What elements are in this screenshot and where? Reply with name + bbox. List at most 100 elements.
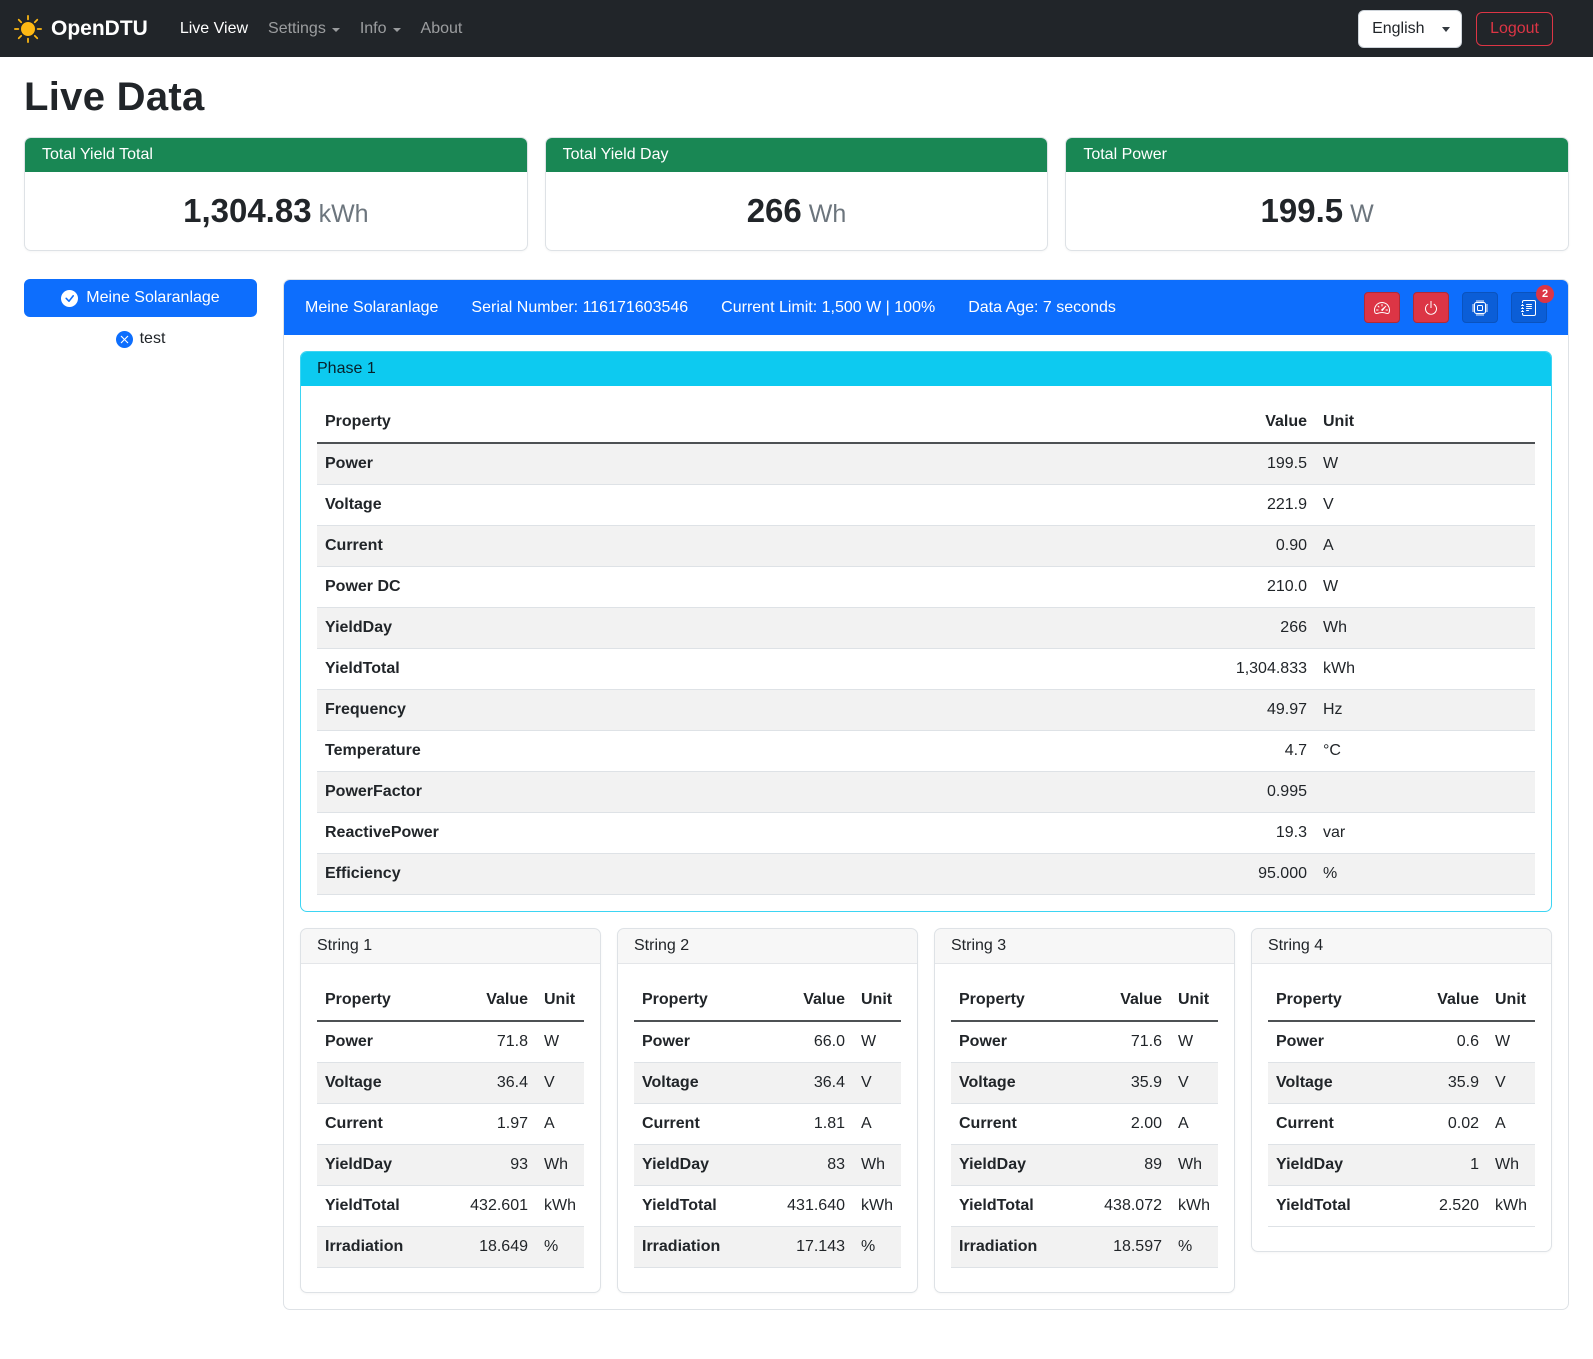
nav-live-view[interactable]: Live View: [170, 12, 258, 46]
language-select[interactable]: English: [1358, 10, 1462, 48]
table-row: Voltage 221.9 V: [317, 485, 1535, 526]
sidebar-item-test[interactable]: test: [24, 330, 257, 348]
table-row: YieldDay 1 Wh: [1268, 1145, 1535, 1186]
value-cell: 431.640: [767, 1186, 853, 1227]
table-row: Temperature 4.7 °C: [317, 731, 1535, 772]
table-row: Current 0.02 A: [1268, 1104, 1535, 1145]
power-button[interactable]: [1413, 292, 1449, 323]
property-cell: Power DC: [317, 567, 914, 608]
column-header-value: Value: [450, 980, 536, 1021]
table-row: YieldDay 83 Wh: [634, 1145, 901, 1186]
column-header-property: Property: [317, 980, 450, 1021]
table-row: Power DC 210.0 W: [317, 567, 1535, 608]
sun-icon: [14, 15, 42, 43]
unit-cell: W: [1315, 443, 1535, 485]
column-header-property: Property: [634, 980, 767, 1021]
navbar: OpenDTU Live View Settings Info About En…: [0, 0, 1593, 57]
table-header-row: Property Value Unit: [1268, 980, 1535, 1021]
property-cell: Current: [634, 1104, 767, 1145]
table-row: Voltage 35.9 V: [1268, 1063, 1535, 1104]
property-cell: Power: [951, 1021, 1084, 1063]
summary-card-title: Total Yield Total: [25, 138, 527, 172]
table-row: Power 0.6 W: [1268, 1021, 1535, 1063]
nav-settings-label: Settings: [268, 20, 326, 38]
unit-cell: A: [853, 1104, 901, 1145]
value-cell: 210.0: [914, 567, 1315, 608]
summary-card-title: Total Yield Day: [546, 138, 1048, 172]
property-cell: Power: [1268, 1021, 1401, 1063]
value-cell: 19.3: [914, 813, 1315, 854]
property-cell: ReactivePower: [317, 813, 914, 854]
value-cell: 18.597: [1084, 1227, 1170, 1268]
table-header-row: Property Value Unit: [317, 980, 584, 1021]
brand[interactable]: OpenDTU: [14, 15, 148, 43]
phase-card: Phase 1 Property Value Unit: [300, 351, 1552, 912]
value-cell: 18.649: [450, 1227, 536, 1268]
value-cell: 71.8: [450, 1021, 536, 1063]
column-header-property: Property: [1268, 980, 1401, 1021]
value-cell: 95.000: [914, 854, 1315, 895]
unit-cell: W: [1487, 1021, 1535, 1063]
property-cell: PowerFactor: [317, 772, 914, 813]
column-header-value: Value: [1084, 980, 1170, 1021]
unit-cell: W: [536, 1021, 584, 1063]
property-cell: YieldTotal: [1268, 1186, 1401, 1227]
unit-cell: kWh: [853, 1186, 901, 1227]
value-cell: 1: [1401, 1145, 1487, 1186]
inverter-panel: Meine Solaranlage Serial Number: 1161716…: [283, 279, 1569, 1310]
summary-card-title: Total Power: [1066, 138, 1568, 172]
nav-info[interactable]: Info: [350, 12, 411, 46]
string-card-3: String 3 Property Value Unit: [934, 928, 1235, 1293]
column-header-value: Value: [1401, 980, 1487, 1021]
sidebar-item-label: Meine Solaranlage: [86, 289, 219, 307]
unit-cell: V: [853, 1063, 901, 1104]
value-cell: 0.995: [914, 772, 1315, 813]
column-header-unit: Unit: [1170, 980, 1218, 1021]
value-cell: 1.81: [767, 1104, 853, 1145]
value-cell: 199.5: [914, 443, 1315, 485]
sidebar-item-meine-solaranlage[interactable]: Meine Solaranlage: [24, 279, 257, 317]
property-cell: YieldDay: [951, 1145, 1084, 1186]
property-cell: Frequency: [317, 690, 914, 731]
property-cell: YieldTotal: [317, 1186, 450, 1227]
property-cell: YieldDay: [1268, 1145, 1401, 1186]
column-header-property: Property: [951, 980, 1084, 1021]
inverter-data-age: Data Age: 7 seconds: [968, 299, 1116, 317]
table-row: Irradiation 18.649 %: [317, 1227, 584, 1268]
property-cell: YieldTotal: [317, 649, 914, 690]
summary-card-unit: Wh: [809, 200, 847, 228]
property-cell: Voltage: [317, 485, 914, 526]
value-cell: 35.9: [1084, 1063, 1170, 1104]
device-info-button[interactable]: [1462, 292, 1498, 323]
value-cell: 432.601: [450, 1186, 536, 1227]
column-header-value: Value: [767, 980, 853, 1021]
nav-about[interactable]: About: [411, 12, 473, 46]
unit-cell: Wh: [1170, 1145, 1218, 1186]
table-row: Power 71.6 W: [951, 1021, 1218, 1063]
summary-card: Total Power 199.5W: [1065, 137, 1569, 251]
table-row: ReactivePower 19.3 var: [317, 813, 1535, 854]
journal-icon: [1521, 300, 1537, 316]
unit-cell: A: [536, 1104, 584, 1145]
unit-cell: V: [536, 1063, 584, 1104]
column-header-unit: Unit: [853, 980, 901, 1021]
speedometer-icon: [1374, 300, 1390, 316]
table-row: YieldDay 89 Wh: [951, 1145, 1218, 1186]
table-row: YieldDay 266 Wh: [317, 608, 1535, 649]
property-cell: Irradiation: [317, 1227, 450, 1268]
nav-settings[interactable]: Settings: [258, 12, 350, 46]
page-title: Live Data: [24, 75, 1569, 120]
cpu-icon: [1472, 300, 1488, 316]
phase-card-title: Phase 1: [301, 352, 1551, 386]
nav-links: Live View Settings Info About: [170, 12, 1358, 46]
property-cell: Power: [634, 1021, 767, 1063]
value-cell: 2.00: [1084, 1104, 1170, 1145]
unit-cell: A: [1170, 1104, 1218, 1145]
unit-cell: %: [536, 1227, 584, 1268]
logout-button[interactable]: Logout: [1476, 12, 1553, 46]
column-header-unit: Unit: [1315, 402, 1535, 443]
event-log-button[interactable]: 2: [1511, 292, 1547, 323]
table-row: Power 66.0 W: [634, 1021, 901, 1063]
string-card-title: String 3: [935, 929, 1234, 964]
limit-settings-button[interactable]: [1364, 292, 1400, 323]
